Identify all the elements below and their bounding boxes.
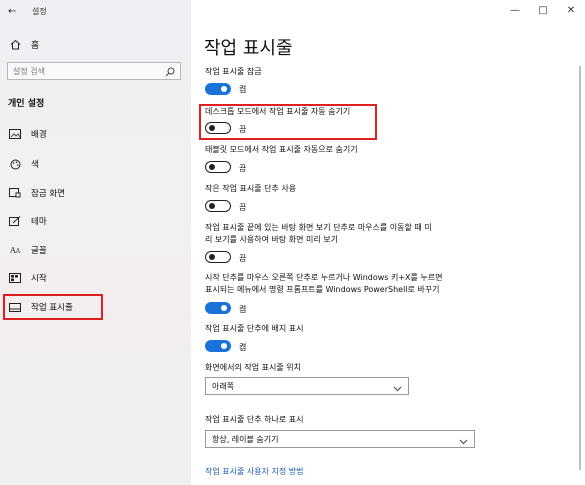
sidebar-item-label: 글꼴 [31,246,47,256]
titlebar: ← 설정 [8,4,47,18]
search-placeholder: 설정 검색 [13,66,45,76]
home-icon [8,37,22,51]
setting-label: 작업 표시줄 단추에 배지 표시 [205,324,304,333]
peek-toggle[interactable] [205,251,231,263]
powershell-toggle[interactable] [205,302,231,314]
sidebar-item-lock-screen[interactable]: 잠금 화면 [8,186,65,200]
sidebar-item-label: 시작 [31,274,47,284]
lock-screen-icon [8,186,22,200]
combine-dropdown[interactable]: 항상, 레이블 숨기기 [205,430,475,448]
setting-label: 화면에서의 작업 표시줄 위치 [205,363,301,372]
toggle-state: 끔 [239,125,247,134]
toggle-state: 켬 [239,305,247,314]
page-title: 작업 표시줄 [204,38,293,59]
sidebar-item-label: 색 [31,160,39,170]
sidebar-item-theme[interactable]: 테마 [8,214,47,228]
chevron-down-icon [393,377,402,396]
toggle-state: 켬 [239,343,247,352]
badges-toggle[interactable] [205,340,231,352]
highlight-box [3,294,103,320]
setting-label: 작업 표시줄 잠금 [205,67,262,76]
palette-icon [8,157,22,171]
theme-icon [8,214,22,228]
sidebar-item-label: 테마 [31,217,47,227]
setting-label-line2: 표시되는 메뉴에서 명령 프롬프트를 Windows PowerShell로 바… [205,285,440,294]
sidebar-item-home[interactable]: 홈 [8,37,39,51]
sidebar-item-start[interactable]: 시작 [8,271,47,285]
sidebar-item-label: 배경 [31,130,47,140]
setting-label-line1: 작업 표시줄 끝에 있는 바탕 화면 보기 단추로 마우스를 이동할 때 미 [205,223,432,232]
section-title: 개인 설정 [8,99,45,109]
dropdown-value: 항상, 레이블 숨기기 [212,434,279,444]
search-input[interactable]: 설정 검색 [7,62,181,80]
sidebar-item-label: 잠금 화면 [31,189,65,199]
toggle-state: 끔 [239,164,247,173]
location-dropdown[interactable]: 아래쪽 [205,377,409,395]
maximize-button[interactable]: □ [529,0,557,20]
start-icon [8,271,22,285]
close-button[interactable]: ✕ [557,0,585,20]
window-title: 설정 [32,6,47,16]
image-icon [8,127,22,141]
scrollbar[interactable] [579,66,581,470]
toggle-state: 켬 [239,85,247,94]
sidebar-item-fonts[interactable]: AA 글꼴 [8,243,47,257]
setting-label-line2: 리 보기를 사용하여 바탕 화면 미리 보기 [205,235,339,244]
setting-label: 태블릿 모드에서 작업 표시줄 자동으로 숨기기 [205,145,358,154]
lock-taskbar-toggle[interactable] [205,83,231,95]
small-buttons-toggle[interactable] [205,200,231,212]
tablet-autohide-toggle[interactable] [205,161,231,173]
sidebar-item-color[interactable]: 색 [8,157,39,171]
setting-label-line1: 시작 단추를 마우스 오른쪽 단추로 누르거나 Windows 키+X를 누르면 [205,273,443,282]
toggle-state: 끔 [239,203,247,212]
setting-label: 데스크톱 모드에서 작업 표시줄 자동 숨기기 [205,107,351,116]
help-link[interactable]: 작업 표시줄 사용자 지정 방법 [205,466,304,477]
sidebar-item-background[interactable]: 배경 [8,127,47,141]
dropdown-value: 아래쪽 [212,381,235,391]
setting-label: 작업 표시줄 단추 하나로 표시 [205,415,304,424]
chevron-down-icon [459,430,468,449]
sidebar-item-label: 홈 [31,40,40,51]
back-arrow-icon[interactable]: ← [8,6,22,17]
main-content: — □ ✕ 작업 표시줄 작업 표시줄 잠금 켬 데스크톱 모드에서 작업 표시… [191,0,585,485]
font-icon: AA [9,245,21,255]
toggle-state: 끔 [239,254,247,263]
window-controls: — □ ✕ [501,0,585,20]
desktop-autohide-toggle[interactable] [205,122,231,134]
search-icon[interactable] [165,62,175,81]
minimize-button[interactable]: — [501,0,529,20]
sidebar: ← 설정 홈 설정 검색 개인 설정 배경 색 잠금 화면 테마 AA 글꼴 시… [0,0,191,485]
setting-label: 작은 작업 표시줄 단추 사용 [205,184,297,193]
